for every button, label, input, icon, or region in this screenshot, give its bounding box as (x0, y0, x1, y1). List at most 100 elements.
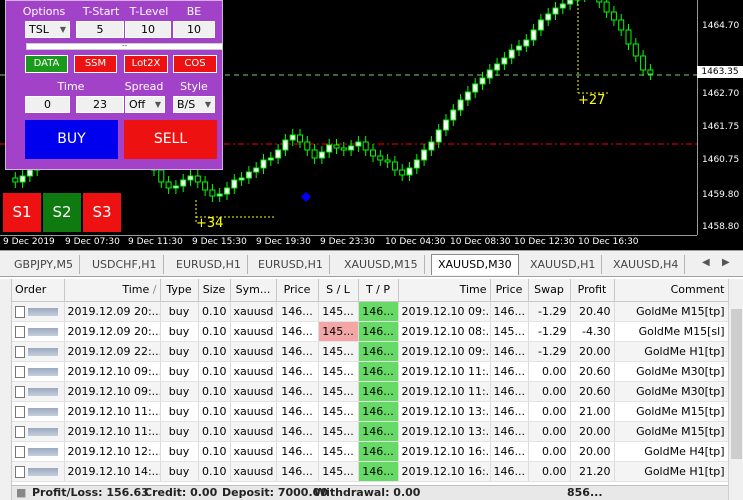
col-type[interactable]: Type (160, 279, 199, 302)
time-label: 10 Dec 16:30 (578, 237, 639, 247)
cell-tp: 146... (358, 401, 399, 422)
cell-time: 2019.12.10 12:... (64, 441, 161, 462)
candle-body (640, 55, 647, 71)
col-close-price[interactable]: Price (490, 279, 529, 302)
buy-button[interactable]: BUY (25, 120, 118, 159)
price-chart[interactable]: +34 +27 1464.70 1463.35 1462.70 1461.75 … (0, 0, 743, 250)
style-select[interactable]: B/S ▼ (173, 96, 215, 113)
order-cell (12, 301, 65, 322)
candle-body (545, 13, 552, 21)
s2-button[interactable]: S2 (43, 193, 81, 232)
candle-body (530, 29, 537, 41)
col-order[interactable]: Order (12, 279, 65, 302)
col-profit[interactable]: Profit (570, 279, 615, 302)
s3-button[interactable]: S3 (83, 193, 121, 232)
price-label: 1458.80 (702, 222, 740, 232)
order-cell (12, 401, 65, 422)
candle-body (494, 63, 501, 71)
candle-body (216, 193, 223, 197)
s1-button[interactable]: S1 (3, 193, 41, 232)
be-input[interactable]: 10 (173, 21, 215, 38)
table-row[interactable]: 2019.12.10 11:... buy 0.10 xauusd 146... 145.… (12, 421, 728, 442)
order-number-redacted (28, 407, 58, 416)
cell-type: buy (160, 401, 199, 422)
candle-body (362, 141, 369, 151)
deposit-text: Deposit: 7000.00 (222, 486, 328, 499)
table-row[interactable]: 2019.12.10 11:... buy 0.10 xauusd 146... 145.… (12, 401, 728, 422)
table-row[interactable]: 2019.12.10 09:... buy 0.10 xauusd 146... 145.… (12, 361, 728, 382)
cell-price: 146... (276, 361, 319, 382)
col-comment[interactable]: Comment (614, 279, 728, 302)
tab-eurusd-h1[interactable]: EURUSD,H1 (170, 255, 248, 274)
col-time[interactable]: Time / (64, 279, 161, 302)
cell-swap: 0.00 (528, 361, 571, 382)
time-label: 10 Dec 12:30 (514, 237, 575, 247)
spread-select[interactable]: Off ▼ (125, 96, 165, 113)
tab-xauusd-h1[interactable]: XAUUSD,H1 (524, 255, 603, 274)
tab-eurusd-h1-2[interactable]: EURUSD,H1 (252, 255, 330, 274)
tab-usdchf-h1[interactable]: USDCHF,H1 (86, 255, 164, 274)
order-number-redacted (28, 307, 58, 316)
tab-xauusd-h4[interactable]: XAUUSD,H4 (607, 255, 686, 274)
order-number-redacted (28, 467, 58, 476)
table-row[interactable]: 2019.12.09 22:... buy 0.10 xauusd 146... 145.… (12, 341, 728, 362)
order-cell (12, 461, 65, 482)
cell-close-time: 2019.12.10 11:... (398, 361, 491, 382)
col-time-label: Time (122, 283, 150, 297)
col-sl[interactable]: S / L (318, 279, 359, 302)
cell-comment: GoldMe H1[tp] (614, 341, 728, 362)
order-icon (15, 385, 25, 398)
tab-gbpjpy-m5[interactable]: GBPJPY,M5 (8, 255, 81, 274)
tlevel-input[interactable]: 10 (125, 21, 171, 38)
tab-xauusd-m30[interactable]: XAUUSD,M30 (431, 254, 519, 275)
sell-button[interactable]: SELL (124, 120, 217, 159)
candle-body (479, 77, 486, 85)
data-button[interactable]: DATA (25, 55, 68, 73)
time-from-input[interactable]: 0 (25, 96, 70, 113)
cell-price: 146... (276, 381, 319, 402)
table-row[interactable]: 2019.12.10 14:... buy 0.10 xauusd 146... 145.… (12, 461, 728, 482)
candle-body (435, 129, 442, 143)
cell-comment: GoldMe M30[tp] (614, 381, 728, 402)
table-row[interactable]: 2019.12.09 20:... buy 0.10 xauusd 146... 145.… (12, 301, 728, 322)
tstart-input[interactable]: 5 (76, 21, 124, 38)
cell-price: 146... (276, 461, 319, 482)
table-scrollbar[interactable] (728, 279, 743, 500)
candle-body (603, 1, 610, 13)
tab-scroll-right-icon[interactable]: ▶ (722, 257, 730, 268)
table-row[interactable]: 2019.12.10 12:... buy 0.10 xauusd 146... 145.… (12, 441, 728, 462)
cell-time: 2019.12.10 11:... (64, 401, 161, 422)
scrollbar-thumb[interactable] (731, 309, 742, 459)
col-swap[interactable]: Swap (528, 279, 571, 302)
candle-body (267, 157, 274, 161)
col-tp[interactable]: T / P (358, 279, 399, 302)
cos-button[interactable]: COS (173, 55, 217, 73)
col-close-time[interactable]: Time (398, 279, 491, 302)
order-icon (15, 365, 25, 378)
candle-body (202, 181, 209, 191)
candle-body (501, 57, 508, 65)
tstart-label: T-Start (82, 5, 120, 18)
cell-size: 0.10 (198, 321, 231, 342)
cell-profit: 21.20 (570, 461, 615, 482)
time-to-input[interactable]: 23 (76, 96, 124, 113)
candle-body (421, 149, 428, 161)
options-select[interactable]: TSL ▼ (25, 21, 70, 38)
col-symbol[interactable]: Sym... (230, 279, 277, 302)
col-size[interactable]: Size (198, 279, 231, 302)
col-price[interactable]: Price (276, 279, 319, 302)
candle-body (165, 181, 172, 189)
table-row[interactable]: 2019.12.09 20:... buy 0.10 xauusd 146... 145.… (12, 321, 728, 342)
cell-tp: 146... (358, 301, 399, 322)
tab-xauusd-m15[interactable]: XAUUSD,M15 (338, 255, 425, 274)
cell-time: 2019.12.10 11:... (64, 421, 161, 442)
candle-body (647, 69, 654, 75)
tab-scroll-left-icon[interactable]: ◀ (702, 257, 710, 268)
ssm-button[interactable]: SSM (74, 55, 117, 73)
candle-body (297, 134, 303, 143)
lot2x-button[interactable]: Lot2X (124, 55, 168, 73)
candle-body (194, 175, 201, 183)
table-row[interactable]: 2019.12.10 09:... buy 0.10 xauusd 146... 145.… (12, 381, 728, 402)
cell-size: 0.10 (198, 401, 231, 422)
cell-size: 0.10 (198, 441, 231, 462)
